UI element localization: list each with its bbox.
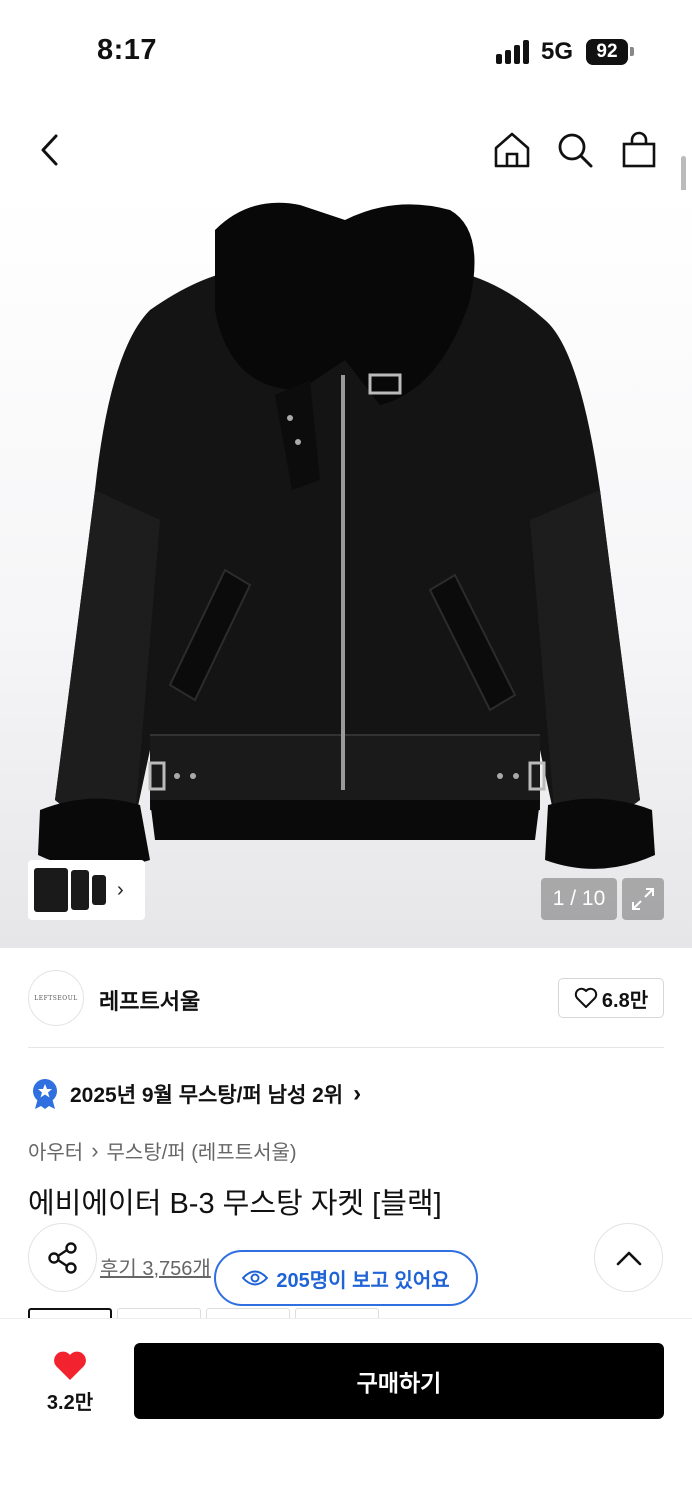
ranking-text: 2025년 9월 무스탕/퍼 남성 2위: [70, 1084, 344, 1107]
chevron-right-icon: ›: [117, 878, 124, 901]
breadcrumb: 아우터 › 무스탕/퍼 (레프트서울): [28, 1136, 297, 1165]
viewers-badge: 205명이 보고 있어요: [214, 1250, 478, 1306]
image-counter: 1 / 10: [541, 878, 617, 920]
brand-like-button[interactable]: 6.8만: [558, 978, 664, 1018]
wishlist-button[interactable]: 3.2만: [28, 1345, 112, 1419]
heart-outline-icon: [574, 987, 598, 1008]
heart-filled-icon: [54, 1351, 86, 1380]
status-bar: 8:17 5G 92: [0, 0, 692, 100]
bottom-action-bar: 3.2만 구매하기: [0, 1318, 692, 1500]
thumbnail-image[interactable]: [71, 870, 89, 910]
brand-row[interactable]: LEFTSEOUL 레프트서울 6.8만: [28, 948, 664, 1048]
wishlist-count: 3.2만: [46, 1391, 94, 1414]
signal-icon: [496, 40, 532, 64]
expand-icon: [632, 888, 654, 910]
chevron-up-icon: [616, 1251, 641, 1265]
viewers-text: 205명이 보고 있어요: [276, 1269, 450, 1292]
battery-nub: [630, 47, 634, 56]
product-title: 에비에이터 B-3 무스탕 자켓 [블랙]: [28, 1188, 442, 1220]
share-button[interactable]: [28, 1223, 97, 1292]
eye-icon: [242, 1270, 269, 1286]
home-button[interactable]: [488, 126, 536, 174]
reviews-link[interactable]: 후기 3,756개: [100, 1252, 211, 1281]
search-icon: [558, 133, 593, 168]
home-icon: [494, 132, 530, 168]
battery-icon: 92: [586, 39, 628, 65]
status-time: 8:17: [97, 34, 158, 66]
image-thumbnail-strip[interactable]: ›: [28, 860, 145, 920]
breadcrumb-category[interactable]: 아우터: [28, 1136, 83, 1165]
breadcrumb-separator: ›: [91, 1137, 99, 1163]
product-image-gallery[interactable]: › 1 / 10: [0, 190, 692, 948]
scroll-top-button[interactable]: [594, 1223, 663, 1292]
buy-button[interactable]: 구매하기: [134, 1343, 664, 1419]
back-button[interactable]: [26, 126, 74, 174]
search-button[interactable]: [551, 126, 599, 174]
breadcrumb-subcategory[interactable]: 무스탕/퍼 (레프트서울): [107, 1136, 297, 1165]
nav-bar: [0, 110, 692, 190]
brand-logo[interactable]: LEFTSEOUL: [28, 970, 84, 1026]
share-icon: [47, 1241, 77, 1274]
expand-button[interactable]: [622, 878, 664, 920]
network-type: 5G: [541, 38, 574, 65]
ranking-link[interactable]: 2025년 9월 무스탕/퍼 남성 2위 ›: [30, 1076, 361, 1112]
chevron-left-icon: [41, 134, 58, 166]
thumbnail-image[interactable]: [34, 868, 68, 912]
thumbnail-image[interactable]: [92, 875, 106, 905]
brand-like-count: 6.8만: [601, 989, 649, 1012]
chevron-right-icon: ›: [353, 1080, 362, 1107]
brand-name[interactable]: 레프트서울: [99, 984, 200, 1016]
cart-button[interactable]: [615, 126, 663, 174]
ranking-badge-icon: [33, 1079, 57, 1109]
shopping-bag-icon: [622, 131, 656, 168]
product-image-jacket: [38, 202, 655, 869]
